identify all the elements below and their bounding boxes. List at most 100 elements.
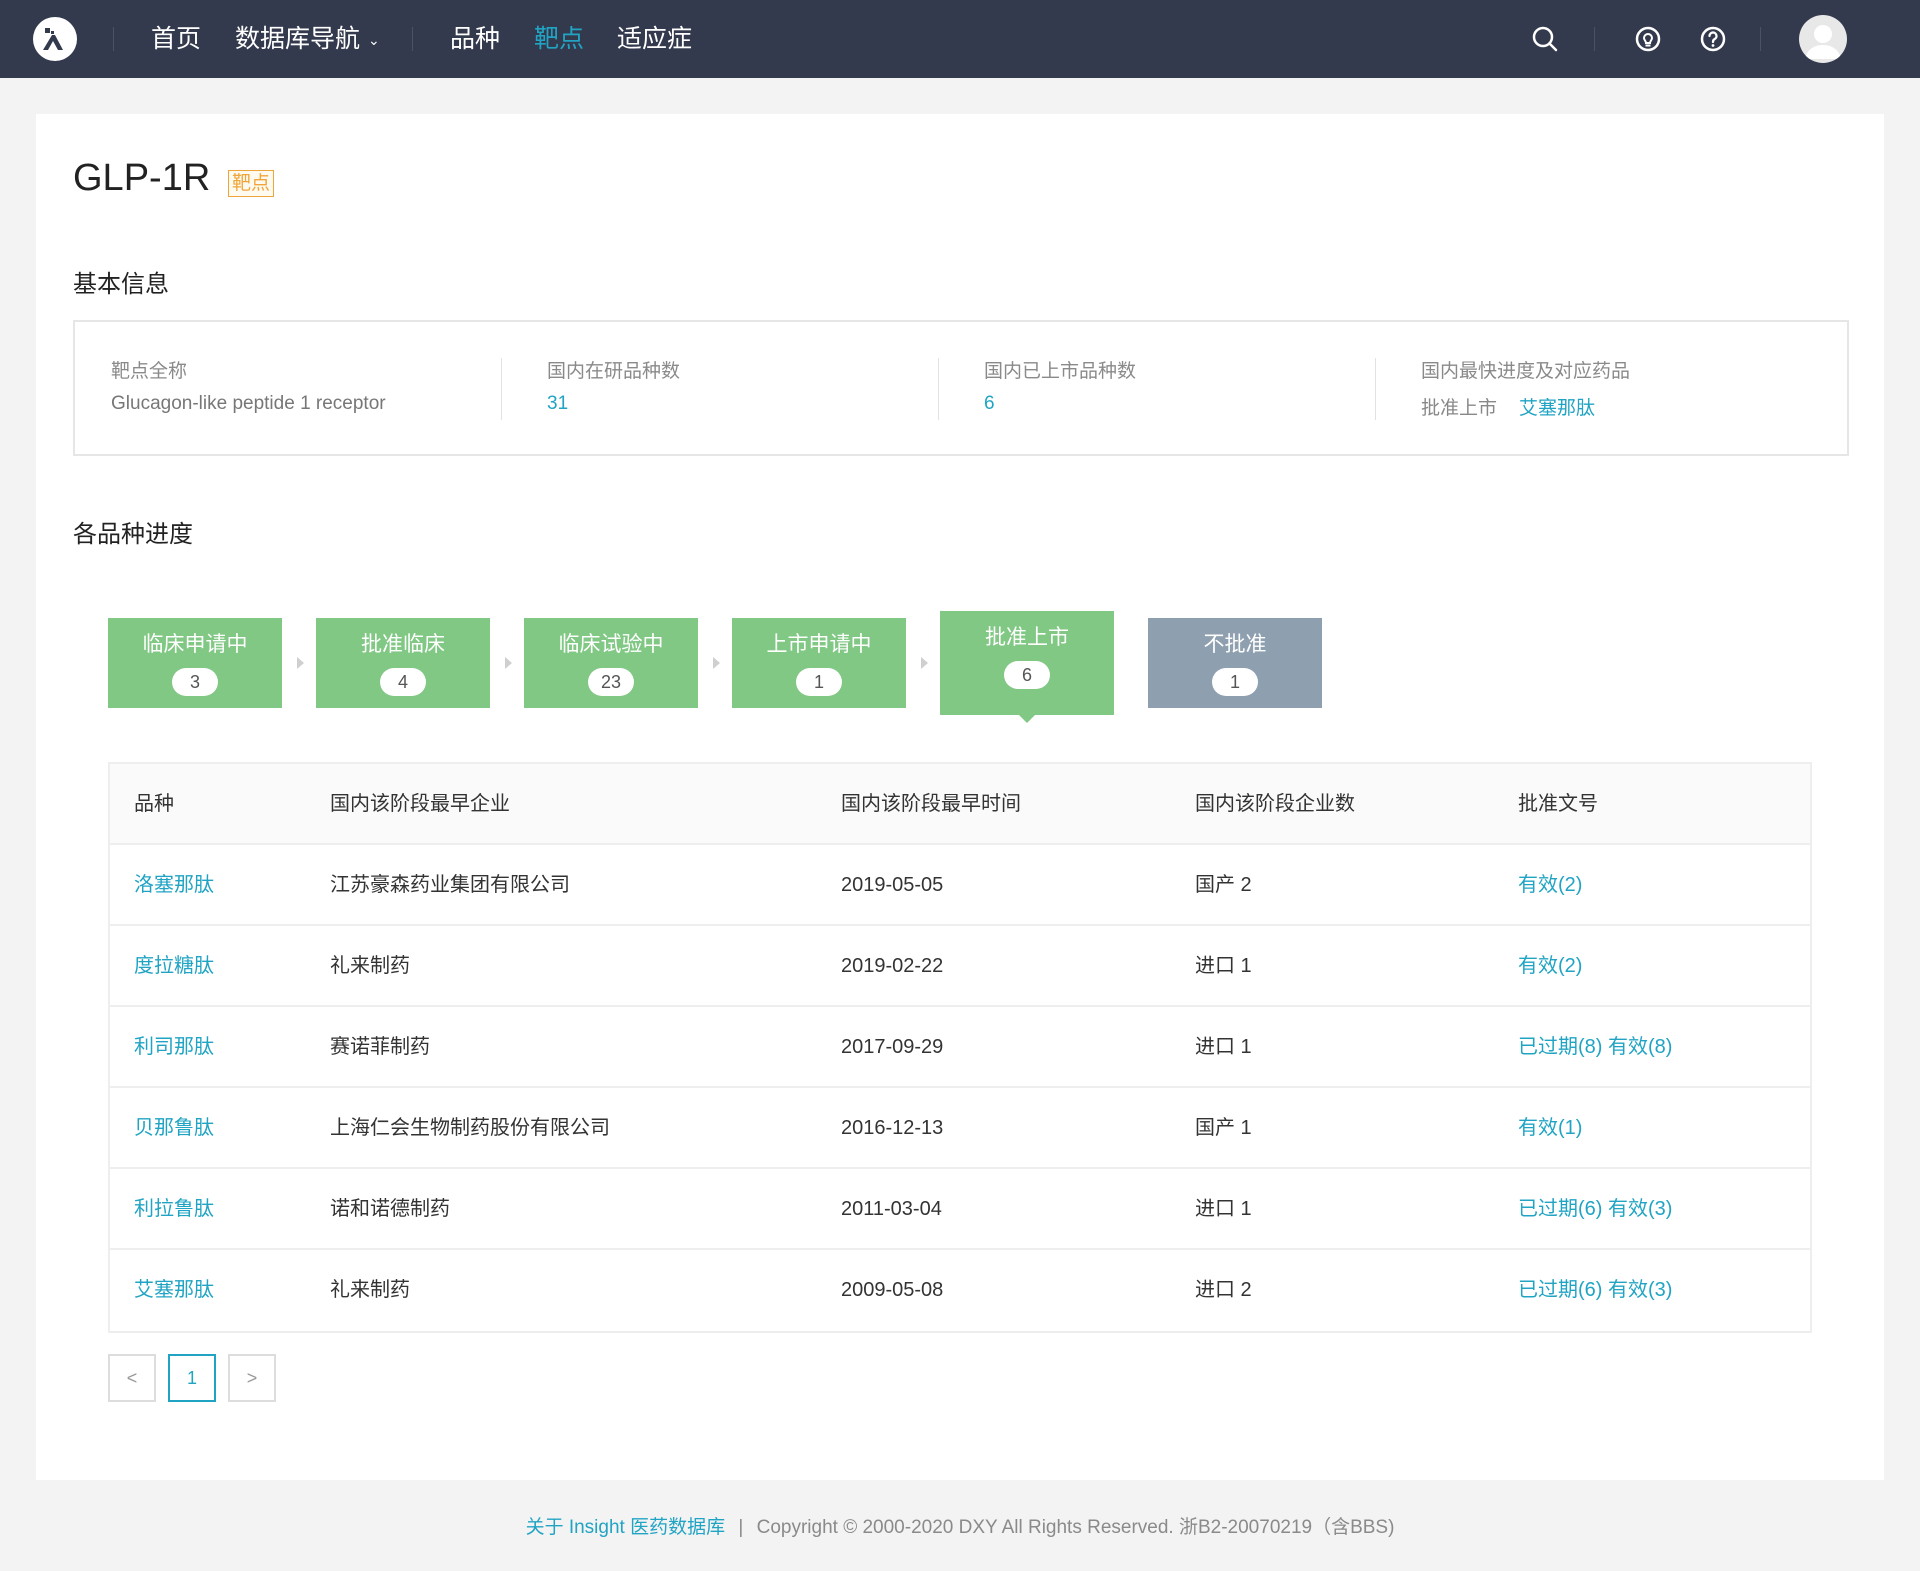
info-in-research: 国内在研品种数 31	[547, 356, 680, 415]
stage-arrow-icon	[297, 657, 304, 669]
table-row: 利拉鲁肽 诺和诺德制药 2011-03-04 进口 1 已过期(6) 有效(3)	[110, 1169, 1810, 1250]
approval-link[interactable]: 有效(1)	[1518, 1088, 1582, 1169]
company-cell: 诺和诺德制药	[330, 1198, 450, 1220]
info-label: 靶点全称	[111, 361, 188, 382]
date-cell: 2019-02-22	[841, 955, 944, 977]
approval-link[interactable]: 已过期(6) 有效(3)	[1518, 1250, 1672, 1331]
company-count-cell: 进口 1	[1195, 1198, 1252, 1220]
avatar[interactable]	[1799, 15, 1847, 63]
stage-clinical-approved[interactable]: 批准临床 4	[316, 618, 490, 708]
company-count-cell: 国产 2	[1195, 874, 1252, 896]
nav-separator	[1594, 27, 1595, 51]
stage-arrow-icon	[921, 657, 928, 669]
info-value: 批准上市 艾塞那肽	[1421, 393, 1630, 420]
table-row: 贝那鲁肽 上海仁会生物制药股份有限公司 2016-12-13 国产 1 有效(1…	[110, 1088, 1810, 1169]
footer: 关于 Insight 医药数据库 | Copyright © 2000-2020…	[0, 1512, 1920, 1539]
fastest-drug-link[interactable]: 艾塞那肽	[1519, 398, 1595, 419]
drug-link[interactable]: 洛塞那肽	[134, 845, 214, 926]
user-icon	[1805, 25, 1841, 59]
chevron-down-icon: ⌄	[368, 32, 380, 49]
drug-link[interactable]: 艾塞那肽	[134, 1250, 214, 1331]
help-icon[interactable]	[1698, 24, 1728, 54]
drug-link[interactable]: 贝那鲁肽	[134, 1088, 214, 1169]
stage-clinical-trial[interactable]: 临床试验中 23	[524, 618, 698, 708]
info-fastest-progress: 国内最快进度及对应药品 批准上市 艾塞那肽	[1421, 356, 1630, 420]
company-cell: 上海仁会生物制药股份有限公司	[330, 1117, 610, 1139]
fastest-stage: 批准上市	[1421, 398, 1498, 419]
about-link[interactable]: 关于 Insight 医药数据库	[526, 1517, 726, 1538]
search-icon[interactable]	[1530, 24, 1560, 54]
approval-link[interactable]: 有效(2)	[1518, 845, 1582, 926]
table-row: 利司那肽 赛诺菲制药 2017-09-29 进口 1 已过期(8) 有效(8)	[110, 1007, 1810, 1088]
date-cell: 2011-03-04	[841, 1198, 942, 1220]
nav-separator	[412, 27, 413, 51]
table-row: 度拉糖肽 礼来制药 2019-02-22 进口 1 有效(2)	[110, 926, 1810, 1007]
nav-item-label: 适应症	[617, 25, 693, 53]
nav-separator	[113, 27, 114, 51]
stage-rejected[interactable]: 不批准 1	[1148, 618, 1322, 708]
stage-clinical-application[interactable]: 临床申请中 3	[108, 618, 282, 708]
stage-label: 临床试验中	[558, 633, 664, 656]
stage-arrow-icon	[713, 657, 720, 669]
marketed-count-link[interactable]: 6	[984, 393, 1136, 415]
approval-link[interactable]: 有效(2)	[1518, 926, 1582, 1007]
chevron-right-icon: >	[246, 1368, 258, 1388]
approval-link[interactable]: 已过期(6) 有效(3)	[1518, 1169, 1672, 1250]
info-marketed: 国内已上市品种数 6	[984, 356, 1136, 415]
logo-icon	[43, 28, 63, 50]
nav-item-home[interactable]: 首页	[151, 0, 201, 78]
stage-count-badge: 3	[172, 668, 218, 696]
info-divider	[1375, 358, 1376, 420]
in-research-count-link[interactable]: 31	[547, 393, 680, 415]
drug-link[interactable]: 利司那肽	[134, 1007, 214, 1088]
stage-label: 批准上市	[985, 626, 1069, 649]
stage-count-badge: 1	[1212, 668, 1258, 696]
stage-pointer-icon	[1019, 715, 1035, 723]
stage-market-approved[interactable]: 批准上市 6	[940, 611, 1114, 723]
pagination-next-button[interactable]: >	[228, 1354, 276, 1402]
company-count-cell: 进口 1	[1195, 955, 1252, 977]
drug-link[interactable]: 利拉鲁肽	[134, 1169, 214, 1250]
drug-link[interactable]: 度拉糖肽	[134, 926, 214, 1007]
pagination-prev-button[interactable]: <	[108, 1354, 156, 1402]
table-row: 洛塞那肽 江苏豪森药业集团有限公司 2019-05-05 国产 2 有效(2)	[110, 845, 1810, 926]
nav-item-indications[interactable]: 适应症	[617, 0, 692, 78]
date-cell: 2016-12-13	[841, 1117, 944, 1139]
column-header: 国内该阶段企业数	[1195, 793, 1355, 815]
logo[interactable]	[33, 17, 77, 61]
stage-label: 批准临床	[361, 633, 445, 656]
section-title-basic-info: 基本信息	[73, 271, 169, 298]
stage-arrow-icon	[505, 657, 512, 669]
company-cell: 江苏豪森药业集团有限公司	[330, 874, 570, 896]
company-cell: 赛诺菲制药	[330, 1036, 430, 1058]
section-title-progress: 各品种进度	[73, 521, 193, 548]
info-full-name: 靶点全称 Glucagon-like peptide 1 receptor	[111, 356, 386, 415]
chevron-left-icon: <	[126, 1368, 138, 1388]
stage-label: 临床申请中	[142, 633, 248, 656]
main-card: GLP-1R 靶点 基本信息 靶点全称 Glucagon-like peptid…	[36, 114, 1884, 1480]
bulb-icon[interactable]	[1633, 24, 1663, 54]
info-label: 国内在研品种数	[547, 361, 681, 382]
nav-item-label: 靶点	[534, 25, 585, 53]
nav-separator	[1760, 27, 1761, 51]
company-count-cell: 进口 1	[1195, 1036, 1252, 1058]
nav-item-targets[interactable]: 靶点	[534, 0, 584, 78]
table-header-row: 品种 国内该阶段最早企业 国内该阶段最早时间 国内该阶段企业数 批准文号	[110, 764, 1810, 845]
nav-item-database-nav[interactable]: 数据库导航 ⌄	[235, 0, 380, 78]
column-header: 品种	[134, 793, 174, 815]
approval-link[interactable]: 已过期(8) 有效(8)	[1518, 1007, 1672, 1088]
nav-item-label: 首页	[151, 25, 202, 53]
info-label: 国内已上市品种数	[984, 361, 1137, 382]
column-header: 国内该阶段最早企业	[330, 793, 510, 815]
nav-item-label: 数据库导航	[235, 25, 361, 53]
stage-count-badge: 1	[796, 668, 842, 696]
stage-count-badge: 23	[588, 668, 634, 696]
info-label: 国内最快进度及对应药品	[1421, 361, 1631, 382]
nav-item-label: 品种	[450, 25, 501, 53]
stage-market-application[interactable]: 上市申请中 1	[732, 618, 906, 708]
nav-item-varieties[interactable]: 品种	[450, 0, 500, 78]
pagination-page-1[interactable]: 1	[168, 1354, 216, 1402]
column-header: 批准文号	[1518, 793, 1598, 815]
basic-info-box: 靶点全称 Glucagon-like peptide 1 receptor 国内…	[73, 320, 1849, 456]
column-header: 国内该阶段最早时间	[841, 793, 1021, 815]
